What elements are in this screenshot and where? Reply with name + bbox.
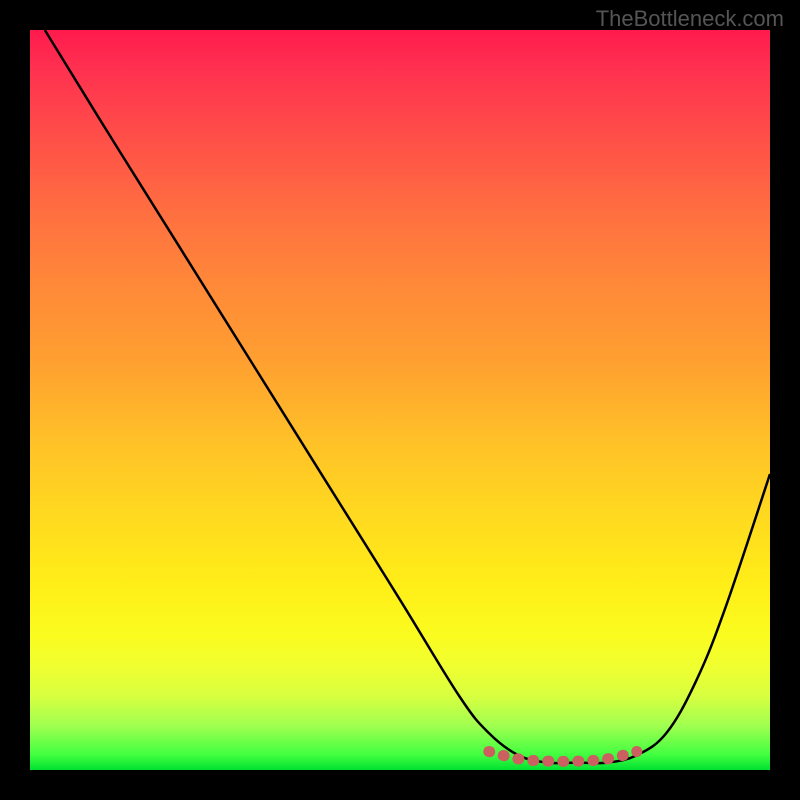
watermark-text: TheBottleneck.com bbox=[596, 6, 784, 32]
optimal-band-path bbox=[489, 752, 637, 762]
chart-svg bbox=[30, 30, 770, 770]
plot-area bbox=[30, 30, 770, 770]
bottleneck-curve-path bbox=[45, 30, 770, 763]
